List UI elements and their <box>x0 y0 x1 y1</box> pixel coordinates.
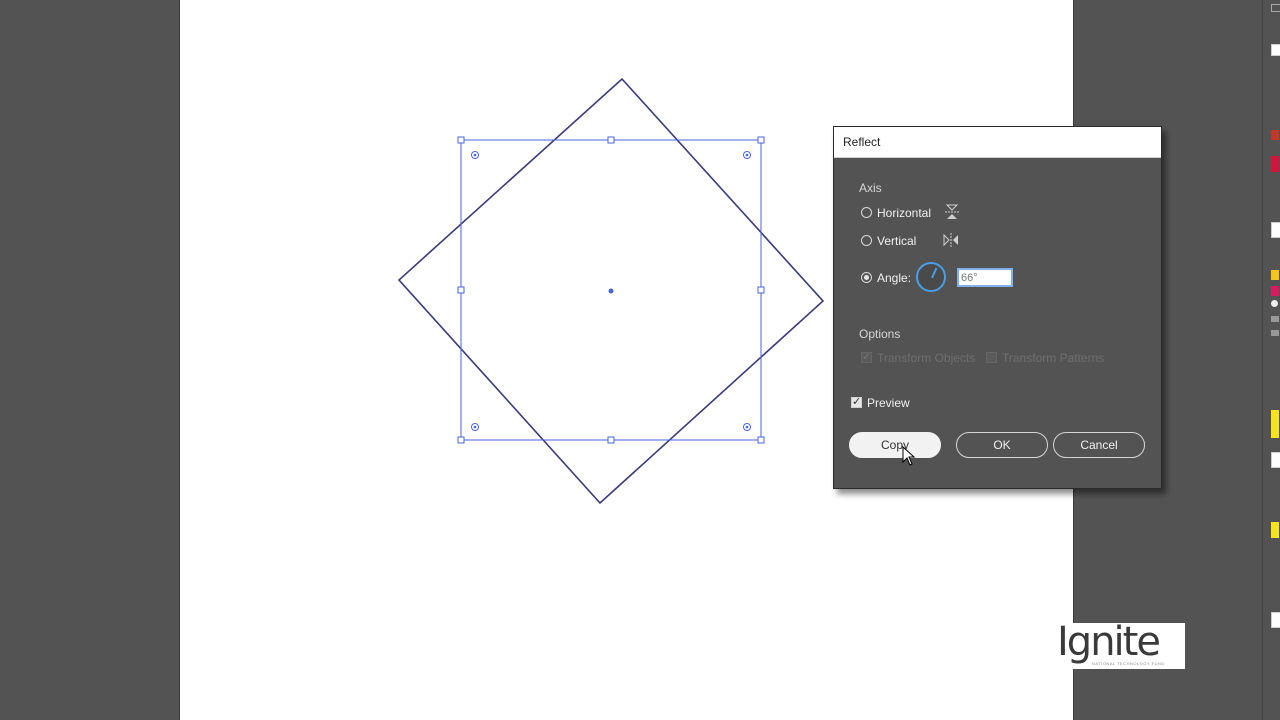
horizontal-radio[interactable] <box>861 207 872 218</box>
corner-widget-top-right[interactable] <box>743 151 751 159</box>
transform-patterns-label: Transform Patterns <box>1002 351 1105 365</box>
swatch-icon[interactable] <box>1271 286 1279 296</box>
swatch-icon[interactable] <box>1271 156 1279 172</box>
panel-icon[interactable] <box>1271 452 1280 468</box>
swatch-icon[interactable] <box>1271 410 1279 438</box>
ok-button[interactable]: OK <box>956 432 1048 458</box>
angle-dial-icon[interactable] <box>916 262 946 292</box>
handle-middle-right[interactable] <box>757 286 765 294</box>
corner-widget-top-left[interactable] <box>471 151 479 159</box>
angle-dial-needle <box>931 267 938 279</box>
panel-icon[interactable] <box>1271 612 1280 628</box>
logo-subtext: NATIONAL TECHNOLOGY FUND <box>1092 661 1165 666</box>
transform-objects-checkbox[interactable] <box>861 350 872 363</box>
reflect-horizontal-icon <box>945 204 959 219</box>
panel-strip[interactable] <box>1262 0 1280 720</box>
vertical-radio[interactable] <box>861 235 872 246</box>
dialog-title: Reflect <box>843 135 881 149</box>
handle-bottom-right[interactable] <box>757 436 765 444</box>
panel-icon[interactable] <box>1271 300 1278 307</box>
panel-icon[interactable] <box>1271 330 1279 336</box>
handle-bottom-center[interactable] <box>607 436 615 444</box>
preview-label[interactable]: Preview <box>867 396 910 410</box>
panel-icon[interactable] <box>1271 4 1280 12</box>
handle-middle-left[interactable] <box>457 286 465 294</box>
handle-bottom-left[interactable] <box>457 436 465 444</box>
angle-input[interactable] <box>957 268 1013 287</box>
angle-label[interactable]: Angle: <box>877 271 911 285</box>
handle-top-left[interactable] <box>457 136 465 144</box>
swatch-icon[interactable] <box>1271 522 1279 538</box>
dialog-titlebar[interactable]: Reflect <box>834 127 1161 158</box>
panel-icon[interactable] <box>1271 222 1280 238</box>
cancel-button[interactable]: Cancel <box>1053 432 1145 458</box>
handle-top-right[interactable] <box>757 136 765 144</box>
transform-patterns-checkbox[interactable] <box>986 352 997 363</box>
preview-checkbox[interactable] <box>851 395 862 408</box>
handle-top-center[interactable] <box>607 136 615 144</box>
options-section-label: Options <box>859 327 901 341</box>
corner-widget-bottom-right[interactable] <box>743 423 751 431</box>
mouse-pointer-icon <box>902 446 916 466</box>
reflect-vertical-icon <box>943 233 958 247</box>
panel-icon[interactable] <box>1271 316 1279 322</box>
logo-text: Ignite <box>1057 619 1161 665</box>
angle-radio[interactable] <box>861 272 872 283</box>
horizontal-label[interactable]: Horizontal <box>877 206 931 220</box>
panel-icon[interactable] <box>1271 130 1279 140</box>
ignite-logo: Ignite NATIONAL TECHNOLOGY FUND <box>1055 619 1185 669</box>
swatch-icon[interactable] <box>1271 270 1279 280</box>
axis-section-label: Axis <box>859 181 882 195</box>
panel-icon[interactable] <box>1271 44 1280 56</box>
center-point[interactable] <box>608 288 614 294</box>
dialog-body: Axis Horizontal Vertical Angle: Options … <box>834 158 1161 488</box>
reflect-dialog: Reflect Axis Horizontal Vertical Angle: … <box>833 126 1162 489</box>
copy-button[interactable]: Copy <box>849 432 941 458</box>
corner-widget-bottom-left[interactable] <box>471 423 479 431</box>
vertical-label[interactable]: Vertical <box>877 234 916 248</box>
transform-objects-label: Transform Objects <box>877 351 976 365</box>
